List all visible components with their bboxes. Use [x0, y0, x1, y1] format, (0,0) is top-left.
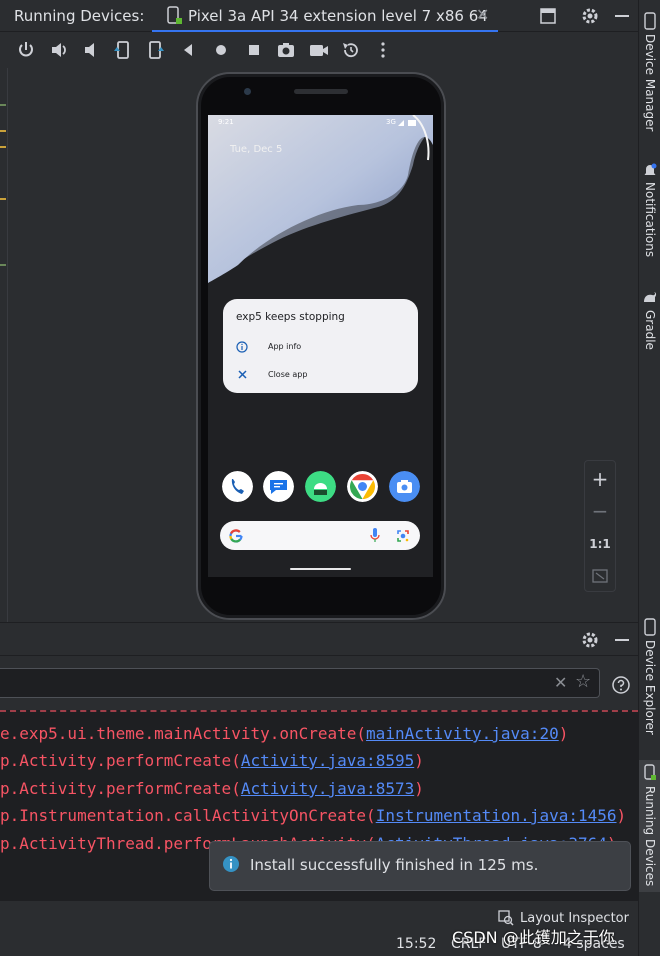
notifications-icon: [644, 163, 657, 175]
log-link[interactable]: mainActivity.java:20: [366, 724, 559, 743]
device-tab[interactable]: Pixel 3a API 34 extension level 7 x86 64…: [152, 0, 498, 32]
volume-up-icon[interactable]: [48, 39, 70, 61]
device-tab-icon: [167, 6, 182, 24]
editor-gutter-strip: [0, 68, 8, 622]
window-options-icon[interactable]: [538, 6, 558, 26]
lens-icon[interactable]: [396, 529, 410, 543]
android-app-icon[interactable]: [305, 471, 336, 502]
info-icon: [236, 341, 248, 353]
snapshot-icon[interactable]: [340, 39, 362, 61]
battery-icon: [398, 120, 416, 126]
zoom-in-button[interactable]: +: [585, 467, 615, 491]
log-link[interactable]: Activity.java:8573: [241, 779, 414, 798]
chrome-app-icon[interactable]: [347, 471, 378, 502]
dialog-title: exp5 keeps stopping: [236, 311, 345, 323]
caret-position[interactable]: 15:52: [396, 936, 436, 952]
close-icon[interactable]: ✕: [476, 5, 489, 24]
google-g-icon: [229, 529, 243, 543]
google-search-bar[interactable]: [220, 521, 420, 550]
device-toolbar: [0, 32, 638, 68]
device-explorer-icon: [644, 618, 656, 636]
close-app-button[interactable]: Close app: [268, 370, 307, 379]
overview-icon[interactable]: [243, 39, 265, 61]
front-camera: [244, 88, 251, 95]
watermark: CSDN @此镬加之于你: [452, 928, 615, 947]
zoom-actual-size-button[interactable]: 1:1: [585, 537, 615, 551]
gradle-tab[interactable]: Gradle: [643, 310, 657, 350]
clear-filter-icon[interactable]: ✕: [554, 673, 567, 692]
gradle-icon: [644, 292, 657, 302]
logcat-filter-row: ✕ ☆: [0, 656, 638, 710]
phone-screen[interactable]: 9:21 3G Tue, Dec 5 exp5 keeps stopping A…: [208, 115, 433, 577]
toast-message: Install successfully finished in 125 ms.: [250, 856, 539, 874]
gesture-nav-bar[interactable]: [290, 568, 351, 570]
tool-window-header: Running Devices: Pixel 3a API 34 extensi…: [0, 0, 638, 32]
device-manager-icon: [644, 12, 656, 30]
log-line: e.exp5.ui.theme.mainActivity.onCreate(ma…: [0, 724, 569, 743]
log-line: p.Instrumentation.callActivityOnCreate(I…: [0, 806, 627, 825]
device-manager-tab[interactable]: Device Manager: [643, 34, 657, 131]
notifications-tab[interactable]: Notifications: [643, 182, 657, 257]
running-devices-icon: [644, 764, 656, 780]
home-icon[interactable]: [210, 39, 232, 61]
gear-icon[interactable]: [580, 6, 600, 26]
app-info-button[interactable]: App info: [268, 342, 301, 351]
info-icon: [223, 856, 239, 872]
zoom-out-button[interactable]: −: [585, 499, 615, 523]
zoom-controls: + − 1:1: [584, 460, 616, 592]
camera-app-icon[interactable]: [389, 471, 420, 502]
lockscreen-date: Tue, Dec 5: [230, 144, 283, 155]
messages-app-icon[interactable]: [263, 471, 294, 502]
log-line: p.Activity.performCreate(Activity.java:8…: [0, 779, 424, 798]
logcat-filter-input[interactable]: ✕ ☆: [0, 668, 600, 698]
help-icon[interactable]: [611, 675, 631, 695]
running-devices-tab[interactable]: Running Devices: [643, 786, 657, 886]
install-notification-toast[interactable]: Install successfully finished in 125 ms.: [209, 841, 631, 891]
minimize-icon[interactable]: [612, 630, 632, 650]
more-icon[interactable]: [372, 39, 394, 61]
running-devices-title: Running Devices:: [14, 7, 145, 25]
power-icon[interactable]: [15, 39, 37, 61]
logcat-header: [0, 622, 638, 656]
earpiece-speaker: [294, 89, 348, 94]
phone-app-icon[interactable]: [222, 471, 253, 502]
status-time: 9:21: [218, 118, 234, 126]
volume-down-icon[interactable]: [80, 39, 102, 61]
screenshot-icon[interactable]: [275, 39, 297, 61]
device-explorer-tab[interactable]: Device Explorer: [643, 640, 657, 735]
back-icon[interactable]: [177, 39, 199, 61]
log-link[interactable]: Activity.java:8595: [241, 751, 414, 770]
star-icon[interactable]: ☆: [575, 671, 591, 692]
log-line-cutoff: [0, 710, 638, 716]
fit-screen-icon[interactable]: [592, 569, 608, 583]
rotate-right-icon[interactable]: [144, 39, 166, 61]
rotate-left-icon[interactable]: [112, 39, 134, 61]
status-network: 3G: [386, 118, 396, 126]
microphone-icon[interactable]: [370, 528, 380, 543]
device-tab-label: Pixel 3a API 34 extension level 7 x86 64: [188, 7, 488, 25]
log-link[interactable]: Instrumentation.java:1456: [376, 806, 617, 825]
log-line: p.Activity.performCreate(Activity.java:8…: [0, 751, 424, 770]
gear-icon[interactable]: [580, 630, 600, 650]
minimize-icon[interactable]: [612, 6, 632, 26]
close-icon: [238, 370, 247, 379]
right-tool-window-bar: Device Manager Notifications Gradle Devi…: [638, 0, 660, 956]
app-crash-dialog: exp5 keeps stopping App info Close app: [223, 299, 418, 393]
screen-record-icon[interactable]: [308, 39, 330, 61]
